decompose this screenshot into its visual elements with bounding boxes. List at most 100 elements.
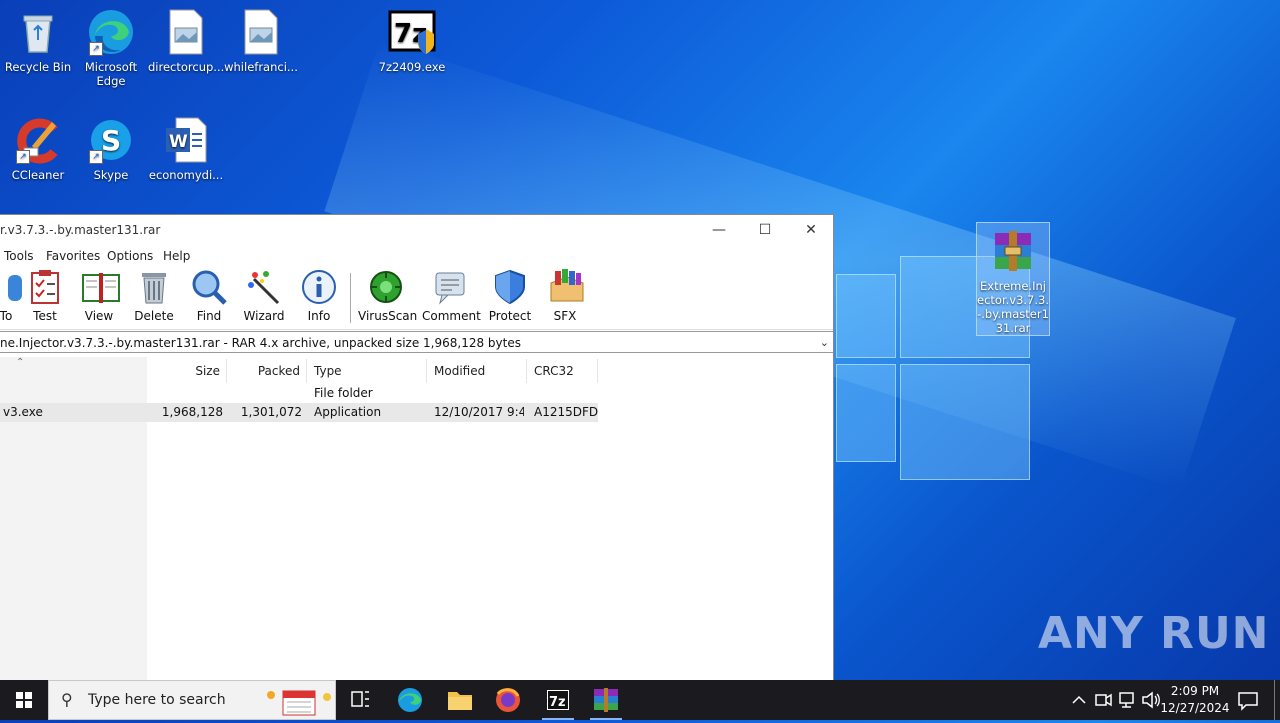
desktop-icon-recycle-bin[interactable]: Recycle Bin	[0, 2, 76, 74]
toolbar-separator	[350, 273, 351, 323]
calendar-promo-icon	[267, 690, 331, 716]
protect-button[interactable]: Protect	[482, 269, 538, 323]
notification-center-button[interactable]	[1234, 680, 1262, 720]
taskbar-7zip[interactable]: 7z	[534, 680, 582, 720]
table-row[interactable]: v3.exe 1,968,128 1,301,072 Application 1…	[0, 403, 598, 422]
skype-icon: S ↗	[87, 116, 135, 164]
desktop-icon-extreme-injector-rar[interactable]: Extreme.Injector.v3.7.3.-.by.master131.r…	[976, 222, 1050, 336]
winrar-window[interactable]: r.v3.7.3.-.by.master131.rar — ☐ ✕ Tools …	[0, 214, 834, 681]
trash-icon	[136, 269, 172, 305]
sfx-button[interactable]: SFX	[537, 269, 593, 323]
folder-icon	[448, 692, 472, 710]
sfx-box-icon	[547, 269, 584, 305]
menu-tools[interactable]: Tools	[4, 249, 34, 263]
desktop-icon-whilefranci[interactable]: whilefranci...	[223, 2, 299, 74]
address-bar[interactable]: ne.Injector.v3.7.3.-.by.master131.rar - …	[0, 331, 833, 353]
taskbar-file-explorer[interactable]	[436, 680, 484, 720]
toolbar-label: View	[84, 309, 114, 323]
speaker-icon	[1142, 691, 1160, 709]
desktop-icon-label: Skype	[93, 168, 129, 182]
windows-start-icon	[16, 692, 32, 708]
show-hidden-icons-button[interactable]	[1068, 680, 1090, 720]
desktop-icon-label: Recycle Bin	[4, 60, 72, 74]
delete-button[interactable]: Delete	[126, 269, 182, 323]
desktop-icon-label: economydi...	[148, 168, 224, 182]
recycle-bin-icon	[14, 8, 62, 56]
table-row[interactable]: File folder	[0, 384, 598, 403]
notification-icon	[1238, 692, 1258, 711]
toolbar-label: Find	[196, 309, 222, 323]
toolbar-label: VirusScan	[358, 309, 418, 323]
column-header-packed[interactable]: Packed	[227, 359, 307, 383]
desktop-icon-directorcup[interactable]: directorcup...	[148, 2, 224, 74]
taskbar: ⚲ Type here to search 7z 2:09 PM 12/27/2…	[0, 680, 1280, 720]
task-view-icon	[351, 691, 369, 707]
comment-icon	[432, 269, 468, 305]
chevron-up-icon	[1072, 695, 1086, 704]
start-button[interactable]	[0, 680, 48, 720]
desktop-icon-ccleaner[interactable]: ↗ CCleaner	[0, 110, 76, 182]
tray-meet-now[interactable]	[1092, 680, 1114, 720]
cell-type: File folder	[314, 386, 373, 400]
desktop-icon-economydi[interactable]: W economydi...	[148, 110, 224, 182]
cell-name: v3.exe	[3, 405, 43, 419]
desktop-icon-edge[interactable]: ↗ Microsoft Edge	[73, 2, 149, 88]
test-button[interactable]: Test	[17, 269, 73, 323]
task-view-button[interactable]	[336, 680, 384, 720]
tray-network[interactable]	[1116, 680, 1138, 720]
desktop-icon-skype[interactable]: S ↗ Skype	[73, 110, 149, 182]
wizard-button[interactable]: Wizard	[236, 269, 292, 323]
anyrun-watermark: ANY RUN	[1038, 608, 1270, 659]
desktop-icon-label: directorcup...	[148, 60, 225, 74]
desktop-icon-label: whilefranci...	[224, 60, 298, 74]
column-header-modified[interactable]: Modified	[427, 359, 527, 383]
winrar-archive-icon	[989, 227, 1037, 275]
chevron-down-icon[interactable]: ⌄	[820, 332, 829, 354]
title-bar[interactable]: r.v3.7.3.-.by.master131.rar — ☐ ✕	[0, 215, 833, 245]
info-button[interactable]: Info	[291, 269, 347, 323]
cell-modified: 12/10/2017 9:4...	[434, 405, 524, 419]
taskbar-firefox[interactable]	[484, 680, 532, 720]
taskbar-edge[interactable]	[386, 680, 434, 720]
desktop-icon-7z2409[interactable]: 7z 7z2409.exe	[374, 2, 450, 74]
minimize-button[interactable]: —	[696, 215, 742, 245]
magnifier-icon	[191, 269, 227, 305]
show-desktop-divider[interactable]	[1274, 680, 1275, 720]
cell-crc32: A1215DFD	[534, 405, 599, 419]
menu-bar: Tools Favorites Options Help	[0, 245, 833, 267]
close-button[interactable]: ✕	[788, 215, 834, 245]
taskbar-clock[interactable]: 2:09 PM 12/27/2024	[1160, 683, 1230, 717]
virusscan-button[interactable]: VirusScan	[358, 269, 418, 323]
info-icon	[301, 269, 337, 305]
clock-time: 2:09 PM	[1170, 684, 1220, 698]
comment-button[interactable]: Comment	[422, 269, 481, 323]
column-header-type[interactable]: Type	[307, 359, 427, 383]
taskbar-search[interactable]: ⚲ Type here to search	[48, 680, 336, 720]
toolbar-label: Comment	[422, 309, 481, 323]
toolbar-label: Test	[33, 309, 57, 323]
column-header-crc32[interactable]: CRC32	[527, 359, 598, 383]
menu-options[interactable]: Options	[107, 249, 153, 263]
clock-date: 12/27/2024	[1160, 701, 1230, 715]
view-button[interactable]: View	[71, 269, 127, 323]
file-list[interactable]: ⌃ Size Packed Type Modified CRC32 File f…	[0, 357, 833, 681]
column-header-size[interactable]: Size	[147, 359, 227, 383]
search-placeholder: Type here to search	[88, 692, 226, 708]
archive-path: ne.Injector.v3.7.3.-.by.master131.rar - …	[0, 336, 521, 350]
word-document-icon: W	[162, 116, 210, 164]
desktop-icon-label: Extreme.Injector.v3.7.3.-.by.master131.r…	[977, 279, 1049, 335]
search-icon: ⚲	[61, 690, 73, 709]
desktop-icon-label: 7z2409.exe	[378, 60, 446, 74]
7zip-installer-icon: 7z	[388, 8, 436, 56]
taskbar-winrar[interactable]	[582, 680, 630, 720]
camera-icon	[1095, 693, 1112, 707]
firefox-icon	[496, 688, 520, 712]
maximize-button[interactable]: ☐	[742, 215, 788, 245]
menu-help[interactable]: Help	[163, 249, 190, 263]
tray-volume[interactable]	[1140, 680, 1162, 720]
cell-size: 1,968,128	[161, 405, 223, 419]
edge-icon: ↗	[87, 8, 135, 56]
find-button[interactable]: Find	[181, 269, 237, 323]
menu-favorites[interactable]: Favorites	[46, 249, 100, 263]
wand-icon	[246, 269, 282, 305]
